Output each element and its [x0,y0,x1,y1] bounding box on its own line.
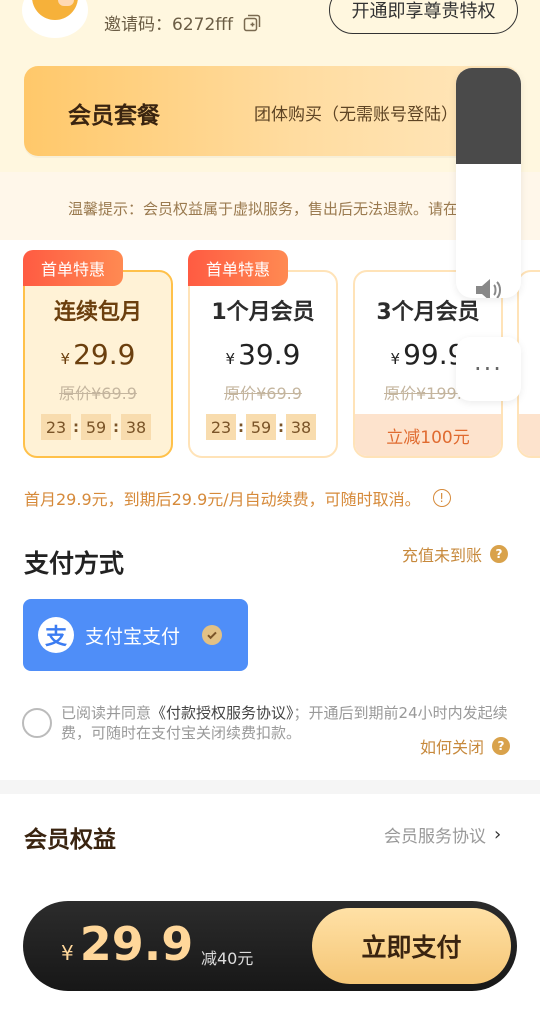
group-buy-label: 团体购买（无需账号登陆） [254,105,458,125]
speaker-icon[interactable] [473,276,505,298]
benefits-section: 会员权益 会员服务协议 › [0,794,540,870]
renew-note: 首月29.9元，到期后29.9元/月自动续费，可随时取消。 ! [24,486,451,510]
how-to-close-label: 如何关闭 [420,738,485,757]
plan-price: ¥29.9 [25,338,171,371]
yen-symbol: ¥ [61,941,74,965]
timer-seconds: 38 [286,414,316,440]
agreement-prefix: 已阅读并同意 [61,704,152,722]
timer-colon: : [278,418,284,436]
notice-text: 温馨提示：会员权益属于虚拟服务，售出后无法退款。请在 [68,200,459,218]
vip-privilege-button[interactable]: 开通即享尊贵特权 [329,0,518,34]
check-icon [202,625,223,645]
plan-price-value: 39.9 [238,338,301,371]
discount-amount: 减40元 [201,949,254,968]
recharge-issue-link[interactable]: 充值未到账 ? [402,542,509,566]
plan-card-one-month[interactable]: 1个月会员 ¥39.9 原价¥69.9 23 : 59 : 38 [188,270,338,458]
countdown-timer: 23 : 59 : 38 [41,414,151,440]
member-service-agreement-label: 会员服务协议 [384,827,486,847]
timer-minutes: 59 [81,414,111,440]
invite-code-text: 邀请码：6272fff [104,15,233,35]
invite-code: 邀请码：6272fff [104,10,261,35]
chevron-right-icon: › [494,824,502,845]
benefits-title: 会员权益 [24,827,116,853]
group-buy-link[interactable]: 团体购买（无需账号登陆） › [254,100,473,125]
plan-price-value: 29.9 [73,338,136,371]
question-icon: ? [490,545,509,563]
yen-symbol: ¥ [60,350,71,368]
plans-area: 连续包月 ¥29.9 原价¥69.9 23 : 59 : 38 1个月会员 ¥3… [0,240,540,780]
copy-icon[interactable] [243,14,261,32]
member-service-agreement-link[interactable]: 会员服务协议 › [384,822,501,847]
timer-minutes: 59 [246,414,276,440]
plan-name: 1个月会员 [211,300,315,325]
renew-note-text: 首月29.9元，到期后29.9元/月自动续费，可随时取消。 [24,490,421,509]
timer-colon: : [238,418,244,436]
plan-name: 3个月会员 [376,300,480,325]
discount-strip-partial [519,414,540,456]
info-icon[interactable]: ! [432,489,451,507]
total-price-value: 29.9 [79,917,194,971]
plan-name: 连续包月 [53,300,142,325]
more-options-button[interactable]: ··· [456,337,521,401]
plan-original-price: 原价¥69.9 [59,384,137,403]
payment-authorization-link[interactable]: 《付款授权服务协议》 [151,704,294,722]
agree-radio[interactable] [22,708,52,738]
plan-card-monthly-auto[interactable]: 连续包月 ¥29.9 原价¥69.9 23 : 59 : 38 [23,270,173,458]
package-card: 会员套餐 团体购买（无需账号登陆） › [24,66,519,156]
recharge-issue-label: 充值未到账 [402,546,483,565]
package-title: 会员套餐 [68,103,160,129]
discount-strip: 立减100元 [355,414,501,456]
payment-method-title: 支付方式 [24,549,125,578]
how-to-close-link[interactable]: 如何关闭 ? [420,734,511,758]
yen-symbol: ¥ [225,350,236,368]
first-order-badge: 首单特惠 [23,250,123,286]
volume-slider[interactable] [456,68,521,164]
pay-bar: ¥ 29.9 减40元 立即支付 [23,901,517,991]
countdown-timer: 23 : 59 : 38 [206,414,316,440]
timer-hours: 23 [206,414,236,440]
plan-price: ¥39.9 [190,338,336,371]
timer-colon: : [73,418,79,436]
question-icon: ? [492,737,511,755]
alipay-logo-icon: 支 [38,617,74,653]
plan-original-price: 原价¥69.9 [224,384,302,403]
yen-symbol: ¥ [390,350,401,368]
timer-seconds: 38 [121,414,151,440]
pay-now-button[interactable]: 立即支付 [312,908,511,984]
timer-colon: : [113,418,119,436]
timer-hours: 23 [41,414,71,440]
first-order-badge: 首单特惠 [188,250,288,286]
total-price: ¥ 29.9 [61,917,193,971]
alipay-option[interactable]: 支 支付宝支付 [23,599,248,671]
alipay-label: 支付宝支付 [85,625,181,648]
volume-panel [456,68,521,298]
